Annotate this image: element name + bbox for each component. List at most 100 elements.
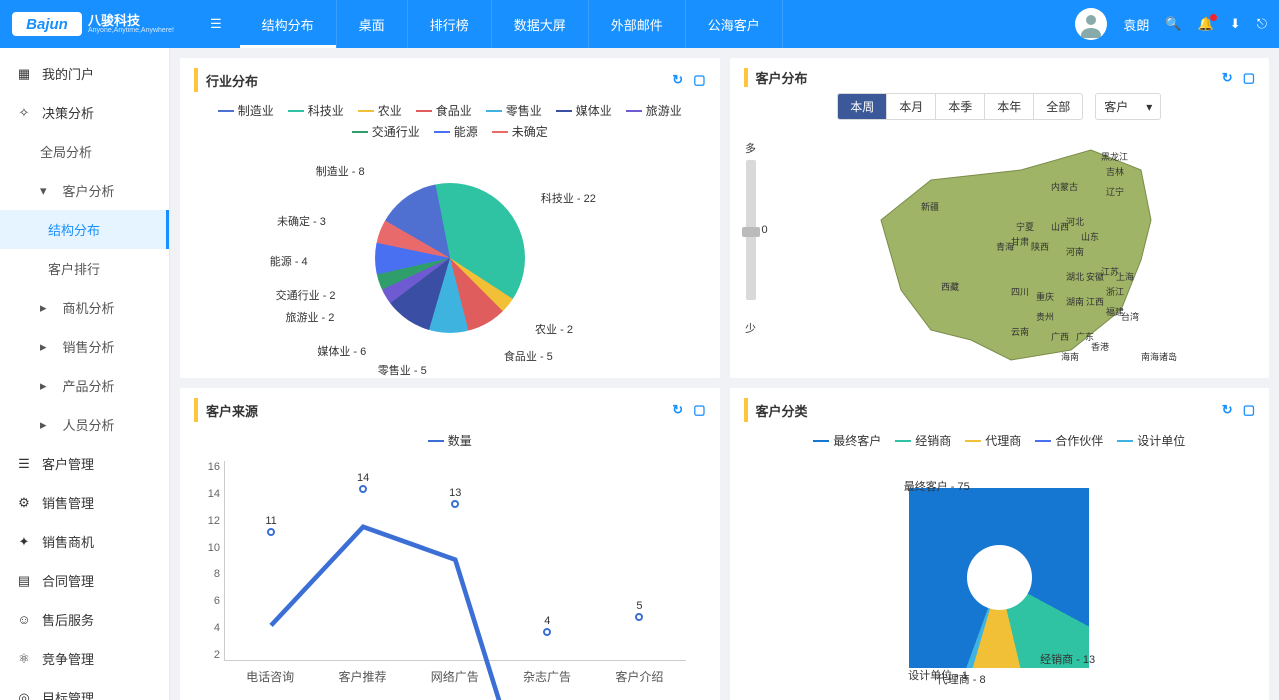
- sidebar-item[interactable]: ▤合同管理: [0, 561, 169, 600]
- maximize-icon[interactable]: ▢: [693, 402, 705, 418]
- sidebar-item[interactable]: ◎目标管理: [0, 678, 169, 700]
- data-point[interactable]: [359, 485, 367, 493]
- refresh-icon[interactable]: ↻: [1222, 70, 1233, 86]
- card-title: 行业分布: [206, 71, 258, 90]
- sidebar-item[interactable]: ▸产品分析: [0, 366, 169, 405]
- segment-2[interactable]: 本季: [936, 94, 985, 119]
- china-map[interactable]: 黑龙江吉林辽宁内蒙古新疆宁夏山西河北山东陕西河南甘肃青海西藏四川重庆湖北安徽江苏…: [768, 130, 1256, 370]
- refresh-icon[interactable]: ↻: [672, 402, 683, 418]
- legend-item[interactable]: 设计单位: [1117, 432, 1185, 449]
- card-category: 客户分类 ↻ ▢ 最终客户经销商代理商合作伙伴设计单位 最终客户 - 75经销商…: [730, 388, 1270, 700]
- sidebar-icon: ✧: [16, 105, 32, 121]
- legend-item[interactable]: 最终客户: [813, 432, 881, 449]
- segment-0[interactable]: 本周: [838, 94, 887, 119]
- segment-3[interactable]: 本年: [985, 94, 1034, 119]
- segment-4[interactable]: 全部: [1034, 94, 1082, 119]
- segment-1[interactable]: 本月: [887, 94, 936, 119]
- top-header: Bajun 八骏科技 Anyone,Anytime,Anywhere! ☰ 结构…: [0, 0, 1279, 48]
- legend-item[interactable]: 制造业: [218, 102, 274, 119]
- time-segment: 本周本月本季本年全部: [837, 93, 1083, 120]
- maximize-icon[interactable]: ▢: [1243, 70, 1255, 86]
- legend: 数量: [202, 432, 698, 449]
- sidebar-item[interactable]: ⚛竞争管理: [0, 639, 169, 678]
- sidebar-label: 合同管理: [42, 571, 94, 590]
- sidebar-item[interactable]: ✦销售商机: [0, 522, 169, 561]
- sidebar-label: 客户管理: [42, 454, 94, 473]
- search-icon[interactable]: 🔍: [1165, 16, 1181, 32]
- x-tick: 客户推荐: [338, 668, 386, 685]
- x-tick: 电话咨询: [246, 668, 294, 685]
- legend-item[interactable]: 能源: [434, 123, 478, 140]
- sidebar-item[interactable]: 结构分布: [0, 210, 169, 249]
- svg-text:青海: 青海: [996, 241, 1014, 252]
- sidebar-label: 客户排行: [48, 259, 100, 278]
- data-label: 11: [265, 515, 276, 527]
- legend-item[interactable]: 媒体业: [556, 102, 612, 119]
- sidebar-item[interactable]: 客户排行: [0, 249, 169, 288]
- svg-text:浙江: 浙江: [1106, 286, 1124, 297]
- tab-2[interactable]: 排行榜: [408, 0, 492, 48]
- arrow-icon: ▾: [40, 183, 47, 199]
- logout-icon[interactable]: ⎋: [1257, 16, 1267, 32]
- donut-label: 经销商 - 13: [1040, 651, 1095, 667]
- sidebar-item[interactable]: 全局分析: [0, 132, 169, 171]
- bell-icon[interactable]: 🔔: [1198, 16, 1214, 32]
- sidebar-item[interactable]: ▾客户分析: [0, 171, 169, 210]
- logo[interactable]: Bajun 八骏科技 Anyone,Anytime,Anywhere!: [12, 12, 174, 36]
- sidebar-item[interactable]: ☺售后服务: [0, 600, 169, 639]
- username[interactable]: 袁朗: [1123, 15, 1149, 34]
- legend-item[interactable]: 农业: [358, 102, 402, 119]
- legend-item[interactable]: 科技业: [288, 102, 344, 119]
- tab-4[interactable]: 外部邮件: [589, 0, 686, 48]
- avatar[interactable]: [1075, 8, 1107, 40]
- legend-label: 数量: [448, 432, 472, 449]
- pie-label: 能源 - 4: [270, 253, 308, 269]
- svg-text:黑龙江: 黑龙江: [1101, 151, 1128, 162]
- tab-5[interactable]: 公海客户: [686, 0, 783, 48]
- menu-toggle-icon[interactable]: ☰: [210, 16, 222, 32]
- sidebar-item[interactable]: ▦我的门户: [0, 54, 169, 93]
- data-point[interactable]: [267, 528, 275, 536]
- sidebar-icon: ⚙: [16, 495, 32, 511]
- sidebar-item[interactable]: ▸商机分析: [0, 288, 169, 327]
- sidebar-item[interactable]: ✧决策分析: [0, 93, 169, 132]
- sidebar-item[interactable]: ⚙销售管理: [0, 483, 169, 522]
- svg-text:海南: 海南: [1061, 351, 1079, 362]
- tab-0[interactable]: 结构分布: [240, 0, 337, 48]
- legend-item[interactable]: 旅游业: [626, 102, 682, 119]
- legend: 制造业科技业农业食品业零售业媒体业旅游业交通行业能源未确定: [202, 102, 698, 140]
- region-select[interactable]: 客户 ▾: [1095, 93, 1161, 120]
- svg-text:重庆: 重庆: [1036, 291, 1054, 302]
- maximize-icon[interactable]: ▢: [693, 72, 705, 88]
- data-point[interactable]: [635, 613, 643, 621]
- legend-item[interactable]: 代理商: [965, 432, 1021, 449]
- sidebar-item[interactable]: ☰客户管理: [0, 444, 169, 483]
- pie-label: 交通行业 - 2: [276, 287, 336, 303]
- refresh-icon[interactable]: ↻: [672, 72, 683, 88]
- pie-label: 科技业 - 22: [541, 190, 596, 206]
- svg-text:江西: 江西: [1086, 297, 1104, 307]
- card-title: 客户来源: [206, 401, 258, 420]
- tab-1[interactable]: 桌面: [337, 0, 408, 48]
- tab-3[interactable]: 数据大屏: [492, 0, 589, 48]
- pie-label: 旅游业 - 2: [285, 309, 334, 325]
- sidebar-item[interactable]: ▸销售分析: [0, 327, 169, 366]
- refresh-icon[interactable]: ↻: [1222, 402, 1233, 418]
- legend-item[interactable]: 合作伙伴: [1035, 432, 1103, 449]
- card-source: 客户来源 ↻ ▢ 数量 161412108642 11141345 电话咨询客户…: [180, 388, 720, 700]
- legend-item[interactable]: 食品业: [416, 102, 472, 119]
- pie-label: 未确定 - 3: [277, 213, 326, 229]
- legend-item[interactable]: 交通行业: [352, 123, 420, 140]
- svg-text:台湾: 台湾: [1121, 311, 1139, 322]
- sidebar-item[interactable]: ▸人员分析: [0, 405, 169, 444]
- legend-item[interactable]: 经销商: [895, 432, 951, 449]
- legend-item[interactable]: 未确定: [492, 123, 548, 140]
- sidebar: ▦我的门户✧决策分析全局分析▾客户分析结构分布客户排行 ▸商机分析▸销售分析▸产品…: [0, 48, 170, 700]
- download-icon[interactable]: ⬇: [1230, 16, 1241, 32]
- maximize-icon[interactable]: ▢: [1243, 402, 1255, 418]
- data-point[interactable]: [451, 500, 459, 508]
- svg-text:四川: 四川: [1011, 287, 1029, 297]
- data-point[interactable]: [543, 628, 551, 636]
- scale-bar[interactable]: [746, 160, 756, 300]
- legend-item[interactable]: 零售业: [486, 102, 542, 119]
